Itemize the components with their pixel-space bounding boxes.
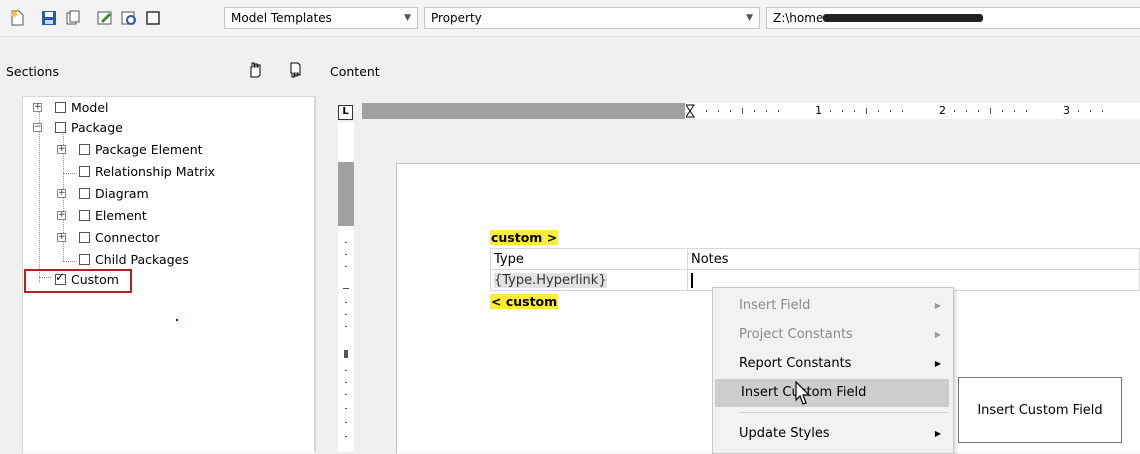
tree-item-child-packages[interactable]: Child Packages <box>57 249 189 269</box>
expand-icon[interactable]: + <box>33 103 42 112</box>
hand-down-icon[interactable] <box>284 60 304 80</box>
tab-stop-icon[interactable]: L <box>338 105 353 120</box>
table-cell[interactable]: {Type.Hyperlink} <box>490 269 688 291</box>
menu-item-label: Project Constants <box>739 327 853 342</box>
custom-close-tag: < custom <box>490 294 559 310</box>
submenu-arrow-icon: ▶ <box>934 429 941 438</box>
checkbox[interactable] <box>79 253 90 265</box>
tree-item-label: Package Element <box>95 141 203 157</box>
tree-item-label: Diagram <box>95 185 149 201</box>
dot-mark <box>176 319 178 321</box>
tree-item-model[interactable]: + Model <box>33 97 109 117</box>
mouse-pointer-icon <box>795 381 811 405</box>
expand-icon[interactable]: + <box>57 145 66 154</box>
toolbar: Model Templates ▼ Property ▼ Z:\home <box>0 0 1140 37</box>
custom-open-label: custom > <box>490 230 559 245</box>
menu-item-label: Update Styles <box>739 426 830 441</box>
path-field[interactable]: Z:\home <box>766 7 1140 29</box>
redaction-mark <box>823 14 983 22</box>
checkbox[interactable] <box>79 231 90 243</box>
ruler-mark-3: 3 <box>1063 104 1070 117</box>
template-combo[interactable]: Model Templates ▼ <box>224 7 418 29</box>
layout-icon[interactable] <box>144 9 162 27</box>
save-icon[interactable] <box>40 9 58 27</box>
menu-separator <box>739 412 947 413</box>
tree-item-package-element[interactable]: + Package Element <box>57 139 203 159</box>
edit-icon[interactable] <box>96 9 114 27</box>
checkbox[interactable] <box>79 165 90 177</box>
ruler-margin <box>362 103 685 119</box>
path-value: Z:\home <box>773 11 824 25</box>
checkbox[interactable] <box>55 121 66 133</box>
sections-title: Sections <box>6 64 59 79</box>
tree-item-label: Child Packages <box>95 251 189 267</box>
tree-item-package[interactable]: − Package <box>33 117 123 137</box>
sections-header: Sections <box>0 48 316 98</box>
custom-close-label: < custom <box>490 294 559 309</box>
menu-item-insert-field[interactable]: Insert Field ▶ <box>713 292 951 320</box>
hand-up-icon[interactable] <box>244 60 264 80</box>
tooltip: Insert Custom Field <box>958 377 1122 443</box>
expand-icon[interactable]: + <box>57 189 66 198</box>
property-combo-value: Property <box>431 11 482 25</box>
content-header: Content <box>316 48 1140 98</box>
submenu-arrow-icon: ▶ <box>934 359 941 368</box>
property-combo[interactable]: Property ▼ <box>424 7 760 29</box>
tree-item-connector[interactable]: + Connector <box>57 227 159 247</box>
menu-item-project-constants[interactable]: Project Constants ▶ <box>713 321 951 349</box>
collapse-icon[interactable]: − <box>33 123 42 132</box>
highlight-box <box>24 269 132 293</box>
ruler-ticks <box>686 104 1103 118</box>
copy-icon[interactable] <box>64 9 82 27</box>
checkbox[interactable] <box>79 187 90 199</box>
expand-icon[interactable]: + <box>57 233 66 242</box>
chevron-down-icon: ▼ <box>746 13 753 23</box>
checkbox[interactable] <box>79 209 90 221</box>
table-header-cell[interactable]: Notes <box>687 248 1140 270</box>
sections-tree: + Model − Package + Package Element Rela… <box>22 96 315 453</box>
custom-open-tag: custom > <box>490 230 559 246</box>
field-placeholder: {Type.Hyperlink} <box>494 272 607 288</box>
checkbox[interactable] <box>55 101 66 113</box>
vertical-ruler-margin <box>338 162 354 226</box>
document-table[interactable]: Type Notes {Type.Hyperlink} <box>490 248 1140 291</box>
context-menu: Insert Field ▶ Project Constants ▶ Repor… <box>712 287 954 454</box>
ruler-mark-1: 1 <box>815 104 822 117</box>
menu-item-report-constants[interactable]: Report Constants ▶ <box>713 350 951 378</box>
submenu-arrow-icon: ▶ <box>934 330 941 339</box>
tree-item-label: Model <box>71 99 109 115</box>
template-combo-value: Model Templates <box>231 11 332 25</box>
submenu-arrow-icon: ▶ <box>934 301 941 310</box>
vertical-ruler-ticks <box>343 242 349 437</box>
table-header-cell[interactable]: Type <box>490 248 688 270</box>
content-title: Content <box>330 64 380 79</box>
preview-icon[interactable] <box>120 9 138 27</box>
menu-item-insert-custom-field[interactable]: Insert Custom Field <box>715 379 949 407</box>
tree-item-label: Relationship Matrix <box>95 163 216 179</box>
tree-item-relationship-matrix[interactable]: Relationship Matrix <box>57 161 215 181</box>
checkbox[interactable] <box>79 143 90 155</box>
tree-item-label: Connector <box>95 229 160 245</box>
text-caret <box>691 272 693 288</box>
tree-item-label: Element <box>95 207 147 223</box>
expand-icon[interactable]: + <box>57 211 66 220</box>
tree-item-diagram[interactable]: + Diagram <box>57 183 149 203</box>
tree-item-label: Package <box>71 119 123 135</box>
ruler-mark-2: 2 <box>939 104 946 117</box>
chevron-down-icon: ▼ <box>404 13 411 23</box>
new-icon[interactable] <box>8 9 26 27</box>
menu-item-update-styles[interactable]: Update Styles ▶ <box>713 420 951 448</box>
tree-item-element[interactable]: + Element <box>57 205 147 225</box>
menu-item-label: Report Constants <box>739 356 852 371</box>
table-header-row: Type Notes <box>490 248 1140 270</box>
menu-item-label: Insert Field <box>739 298 811 313</box>
